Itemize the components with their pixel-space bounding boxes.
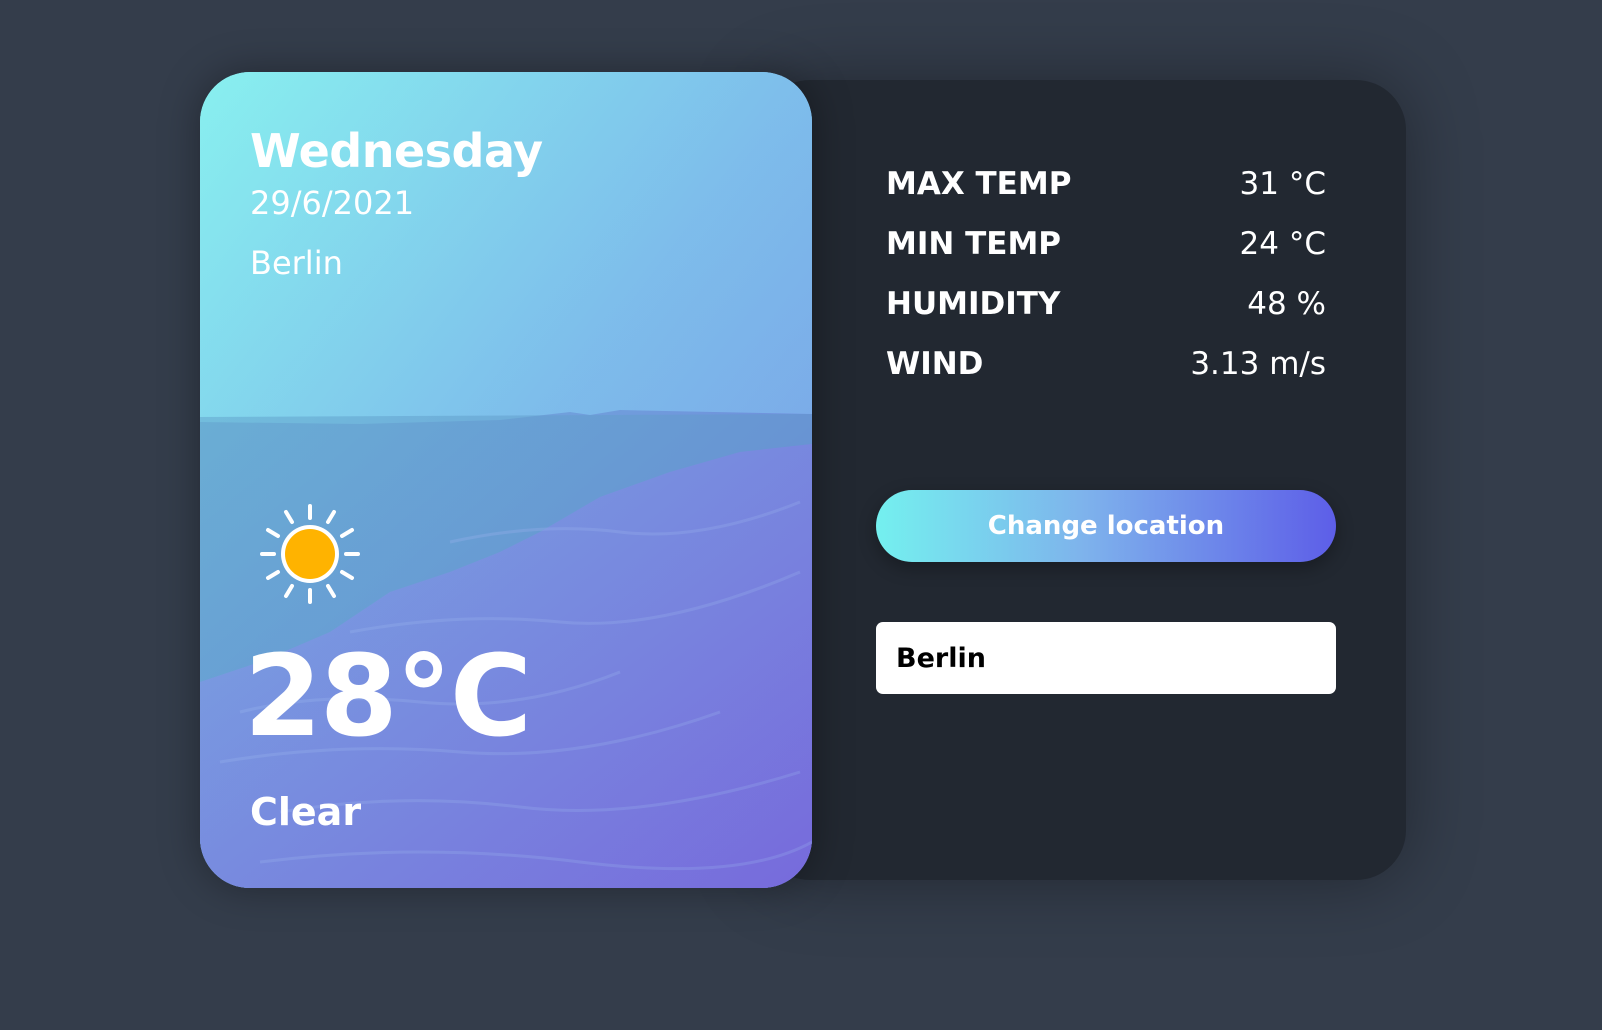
stat-label: HUMIDITY [886, 286, 1061, 322]
day-name: Wednesday [250, 124, 543, 178]
stat-value: 31 °C [1239, 166, 1326, 202]
stat-label: WIND [886, 346, 984, 382]
date: 29/6/2021 [250, 184, 415, 222]
sun-icon [260, 504, 360, 604]
change-location-button[interactable]: Change location [876, 490, 1336, 562]
stat-value: 3.13 m/s [1190, 346, 1326, 382]
location-name: Berlin [250, 244, 343, 282]
stat-row-max-temp: MAX TEMP 31 °C [886, 154, 1326, 214]
stat-label: MIN TEMP [886, 226, 1062, 262]
app-stage: Wednesday 29/6/2021 Berlin 28°C Clear MA… [0, 0, 1602, 1030]
stat-value: 48 % [1247, 286, 1326, 322]
stat-row-wind: WIND 3.13 m/s [886, 334, 1326, 394]
stat-row-min-temp: MIN TEMP 24 °C [886, 214, 1326, 274]
current-temperature: 28°C [244, 632, 532, 762]
weather-condition: Clear [250, 790, 362, 834]
location-input[interactable] [876, 622, 1336, 694]
weather-card: Wednesday 29/6/2021 Berlin 28°C Clear [200, 72, 812, 888]
stat-row-humidity: HUMIDITY 48 % [886, 274, 1326, 334]
weather-stats-list: MAX TEMP 31 °C MIN TEMP 24 °C HUMIDITY 4… [886, 154, 1326, 394]
stat-label: MAX TEMP [886, 166, 1072, 202]
stat-value: 24 °C [1239, 226, 1326, 262]
